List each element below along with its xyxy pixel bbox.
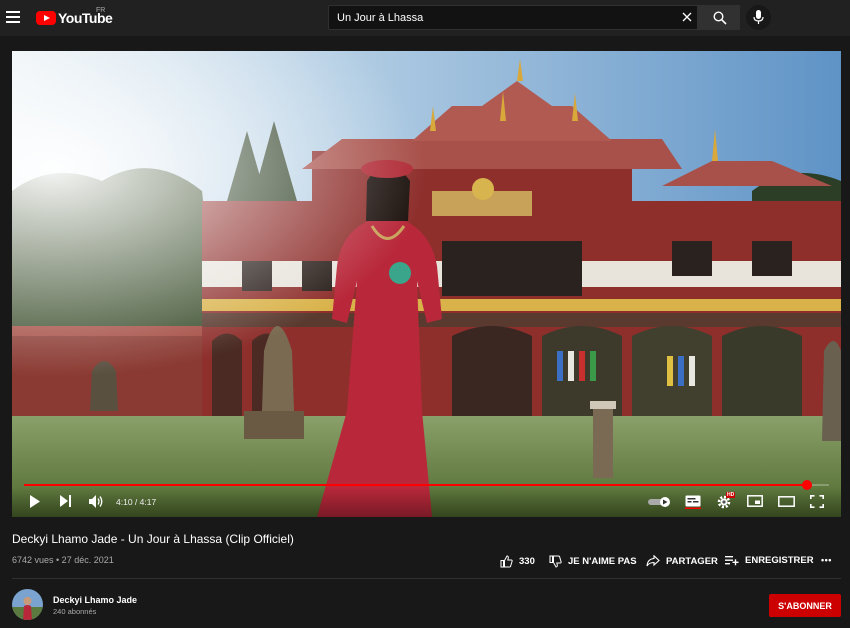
thumbs-up-icon <box>500 555 513 568</box>
channel-avatar-image <box>12 589 43 620</box>
volume-icon[interactable] <box>89 495 104 508</box>
playlist-add-icon <box>725 556 739 566</box>
video-player[interactable]: 4:10 / 4:17 HD <box>12 51 841 517</box>
video-frame <box>12 51 841 517</box>
subscribe-button[interactable]: S'ABONNER <box>769 594 841 617</box>
like-button[interactable]: 330 <box>500 555 535 568</box>
thumbs-down-icon <box>549 555 562 568</box>
menu-icon[interactable] <box>6 11 20 23</box>
divider <box>12 578 841 579</box>
microphone-icon <box>753 10 764 24</box>
like-count: 330 <box>519 556 535 567</box>
share-button[interactable]: PARTAGER <box>646 555 718 567</box>
progress-bar[interactable] <box>24 480 829 490</box>
play-icon[interactable] <box>29 495 41 508</box>
search-box <box>328 5 698 30</box>
save-button[interactable]: ENREGISTRER <box>725 555 814 566</box>
autoplay-toggle-icon[interactable] <box>648 497 672 507</box>
search-button[interactable] <box>698 5 740 30</box>
dislike-button[interactable]: JE N'AIME PAS <box>549 555 637 568</box>
theater-icon[interactable] <box>778 496 795 507</box>
voice-search-button[interactable] <box>746 5 771 30</box>
subtitles-icon[interactable] <box>685 495 701 509</box>
share-label: PARTAGER <box>666 555 718 567</box>
search-icon <box>713 11 727 25</box>
clear-icon[interactable] <box>681 11 693 23</box>
video-title: Deckyi Lhamo Jade - Un Jour à Lhassa (Cl… <box>12 532 294 546</box>
search-input[interactable] <box>329 6 669 29</box>
share-icon <box>646 555 660 567</box>
hd-badge: HD <box>726 492 736 498</box>
more-actions-icon[interactable]: ••• <box>821 555 832 565</box>
view-count-date: 6742 vues • 27 déc. 2021 <box>12 555 114 565</box>
player-controls: 4:10 / 4:17 HD <box>12 487 841 517</box>
youtube-logo-icon <box>36 11 56 25</box>
save-label: ENREGISTRER <box>745 555 814 566</box>
progress-fill <box>24 484 808 486</box>
avatar[interactable] <box>12 589 43 620</box>
top-bar: YouTube FR <box>0 0 850 36</box>
miniplayer-icon[interactable] <box>747 495 763 507</box>
fullscreen-icon[interactable] <box>810 495 824 508</box>
time-display: 4:10 / 4:17 <box>116 497 157 507</box>
dislike-label: JE N'AIME PAS <box>568 556 637 567</box>
subscriber-count: 240 abonnés <box>53 607 97 616</box>
next-icon[interactable] <box>59 495 72 507</box>
country-code: FR <box>96 7 106 14</box>
channel-name[interactable]: Deckyi Lhamo Jade <box>53 595 137 605</box>
